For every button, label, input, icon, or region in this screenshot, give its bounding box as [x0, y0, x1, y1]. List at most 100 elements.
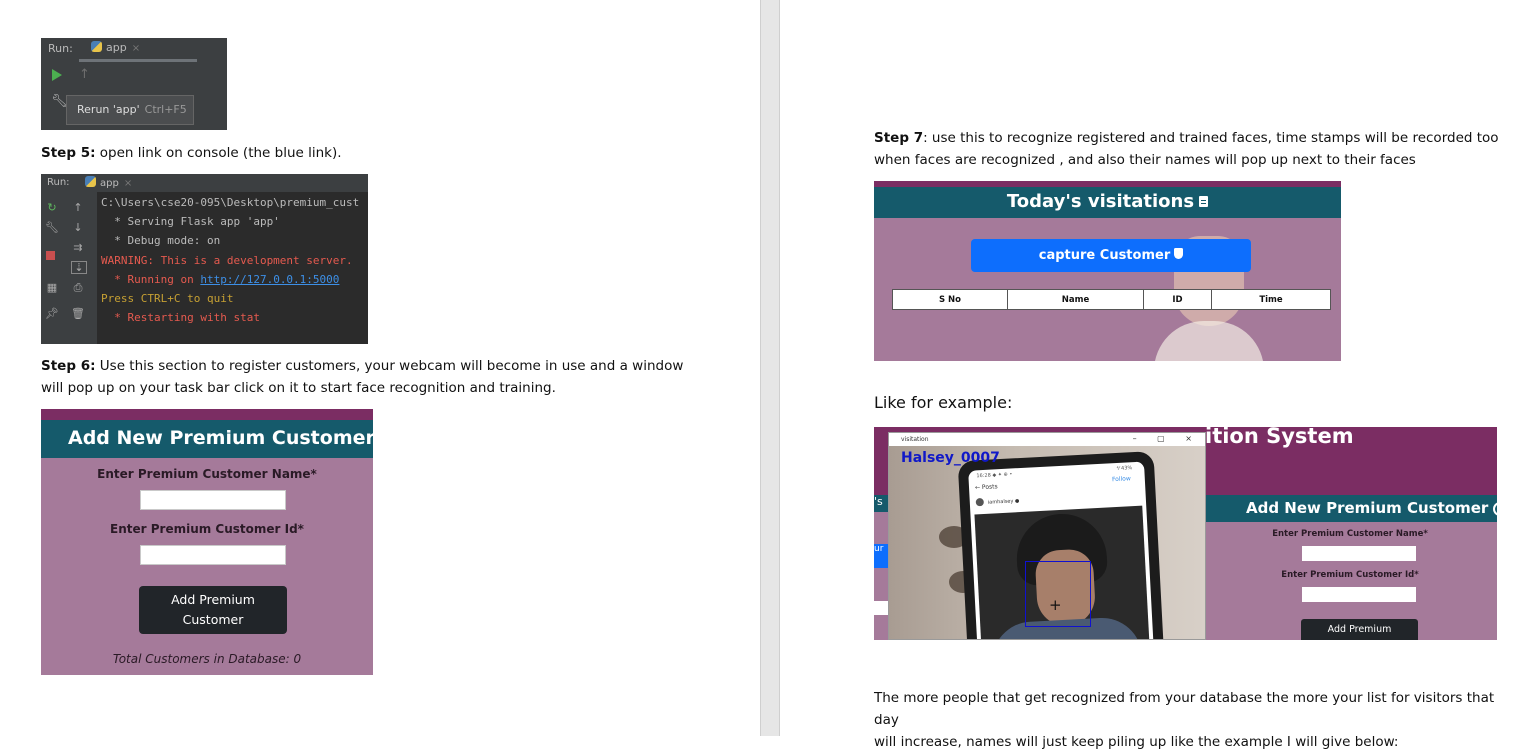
column-header: Time — [1211, 289, 1331, 310]
visitations-title: Today's visitations — [874, 191, 1341, 212]
console-path-line: C:\Users\cse20-095\Desktop\premium_cust — [101, 196, 360, 209]
rerun-tooltip: Rerun 'app' Ctrl+F5 — [66, 95, 194, 125]
console-warning-line: WARNING: This is a development server. — [101, 254, 353, 267]
down-arrow-icon[interactable]: ↓ — [71, 221, 85, 234]
closing-line1: The more people that get recognized from… — [874, 690, 1495, 728]
panel-title-text: Add New Premium Customer — [1246, 499, 1489, 517]
form-header: Add New Premium Customer+ — [41, 420, 373, 458]
tooltip-text: Rerun 'app' — [77, 103, 140, 116]
app-tab[interactable]: app × — [91, 41, 140, 54]
app-tab[interactable]: app × — [85, 176, 132, 189]
total-customers-text: Total Customers in Database: 0 — [112, 652, 302, 666]
layout-icon[interactable]: ▦ — [45, 281, 59, 294]
shield-check-icon — [1174, 248, 1184, 259]
customer-name-input[interactable] — [140, 490, 286, 510]
up-arrow-icon[interactable]: ↑ — [79, 67, 90, 82]
form-title: Add New Premium Customer+ — [68, 427, 373, 449]
crosshair-icon: + — [1049, 596, 1062, 614]
partial-button: ur — [874, 544, 888, 568]
phone-battery: ⁴⁄ 43% — [1116, 465, 1133, 472]
capture-button-label: capture Customer — [1038, 248, 1171, 263]
column-header: S No — [892, 289, 1008, 310]
step5-label: Step 5: — [41, 145, 96, 161]
step7-label: Step 7 — [874, 130, 924, 146]
panel-id-input[interactable] — [1302, 587, 1416, 602]
python-icon — [85, 176, 96, 187]
ide-run-screenshot: Run: app × ↑ 🔧︎ Rerun 'app' Ctrl+F5 — [41, 38, 227, 130]
step7-paragraph: Step 7: use this to recognize registered… — [874, 127, 1514, 171]
step6-paragraph: Step 6: Use this section to register cus… — [41, 355, 741, 399]
customer-id-input[interactable] — [140, 545, 286, 565]
stop-icon[interactable] — [46, 251, 55, 260]
step7-line2: when faces are recognized , and also the… — [874, 152, 1416, 168]
console-debug-line: * Debug mode: on — [101, 234, 221, 247]
clipboard-icon — [1199, 196, 1209, 207]
phone-posts-nav: ← Posts — [974, 483, 998, 492]
step6-line2: will pop up on your task bar click on it… — [41, 380, 556, 396]
scroll-to-end-icon[interactable]: ⇣ — [71, 261, 87, 274]
background-add-customer-panel: Add New Premium Customer + Enter Premium … — [1203, 495, 1497, 640]
page-gutter — [760, 0, 780, 736]
background-left-strip: 's ur — [874, 495, 888, 640]
add-premium-customer-button[interactable]: Add Premium Customer — [139, 586, 287, 634]
closing-paragraph: The more people that get recognized from… — [874, 687, 1514, 753]
console-restart-line: * Restarting with stat — [101, 311, 260, 324]
console-quit-line: Press CTRL+C to quit — [101, 292, 234, 305]
panel-name-input[interactable] — [1302, 546, 1416, 561]
step6-label: Step 6: — [41, 358, 96, 374]
table-header-row: S No Name ID Time — [892, 289, 1331, 310]
phone-user-row: iamhalsey ● — [975, 496, 1020, 507]
app-tab-label: app — [100, 178, 119, 189]
ide-console-screenshot: Run: app × ↻ ↑ 🔧︎ ↓ ⇉ ⇣ ▦ ⎙ 📌︎ 🗑︎ C:\User… — [41, 174, 368, 344]
visitations-screenshot: Today's visitations capture Customer S N… — [874, 181, 1341, 361]
run-label: Run: — [48, 42, 73, 55]
avatar — [975, 497, 985, 507]
step5-paragraph: Step 5: open link on console (the blue l… — [41, 142, 741, 164]
window-controls[interactable]: – ▢ × — [1133, 434, 1201, 443]
button-line1: Add Premium — [171, 592, 255, 607]
recognized-name-label: Halsey_0007 — [901, 450, 1000, 466]
print-icon[interactable]: ⎙ — [71, 281, 85, 295]
webcam-window-titlebar: visitation – ▢ × — [889, 433, 1205, 446]
run-tab-bar: Run: app × — [41, 38, 227, 62]
wrench-icon[interactable]: 🔧︎ — [45, 221, 59, 234]
button-line2: Customer — [182, 612, 244, 627]
close-icon[interactable]: × — [124, 178, 132, 189]
panel-title: Add New Premium Customer + — [1246, 499, 1497, 517]
console-running-line: * Running on http://127.0.0.1:5000 — [101, 273, 339, 286]
close-icon[interactable]: × — [132, 43, 140, 54]
add-circle-icon: + — [1493, 502, 1497, 516]
step5-text: open link on console (the blue link). — [95, 145, 342, 161]
play-icon[interactable] — [52, 69, 62, 81]
document-page-left: Run: app × ↑ 🔧︎ Rerun 'app' Ctrl+F5 Step 5… — [0, 0, 760, 736]
app-tab-label: app — [106, 41, 127, 54]
console-serving-line: * Serving Flask app 'app' — [101, 215, 280, 228]
webcam-window[interactable]: visitation – ▢ × 16:28 ◆ ✦ ⊕ • ⁴⁄ 43% ← … — [888, 432, 1206, 640]
phone-follow: Follow — [1111, 475, 1131, 484]
visitations-table: S No Name ID Time — [892, 289, 1331, 310]
face-detection-box — [1025, 561, 1091, 627]
visitations-title-text: Today's visitations — [1006, 191, 1195, 212]
pin-icon[interactable]: 📌︎ — [45, 307, 59, 320]
panel-add-button[interactable]: Add Premium — [1301, 619, 1418, 640]
background-app-title: ition System — [1205, 427, 1354, 448]
step7-line1: : use this to recognize registered and t… — [923, 130, 1499, 146]
closing-line2: will increase, names will just keep pili… — [874, 734, 1399, 750]
tooltip-shortcut: Ctrl+F5 — [144, 103, 187, 116]
panel-header: Add New Premium Customer + — [1203, 495, 1497, 522]
example-heading: Like for example: — [874, 393, 1013, 412]
run-label: Run: — [47, 177, 70, 188]
soft-wrap-icon[interactable]: ⇉ — [71, 241, 85, 254]
server-link[interactable]: http://127.0.0.1:5000 — [200, 273, 339, 286]
customer-name-label: Enter Premium Customer Name* — [97, 467, 317, 481]
column-header: ID — [1143, 289, 1212, 310]
window-title: visitation — [901, 436, 929, 443]
rerun-icon[interactable]: ↻ — [45, 201, 59, 214]
panel-name-label: Enter Premium Customer Name* — [1272, 529, 1428, 539]
trash-icon[interactable]: 🗑︎ — [71, 307, 85, 320]
example-screenshot: ition System 's ur Add New Premium Custo… — [874, 427, 1497, 640]
capture-customer-button[interactable]: capture Customer — [971, 239, 1251, 272]
console-tab-bar: Run: app × — [41, 174, 368, 192]
up-arrow-icon[interactable]: ↑ — [71, 201, 85, 214]
add-customer-screenshot: Add New Premium Customer+ Enter Premium … — [41, 409, 373, 675]
